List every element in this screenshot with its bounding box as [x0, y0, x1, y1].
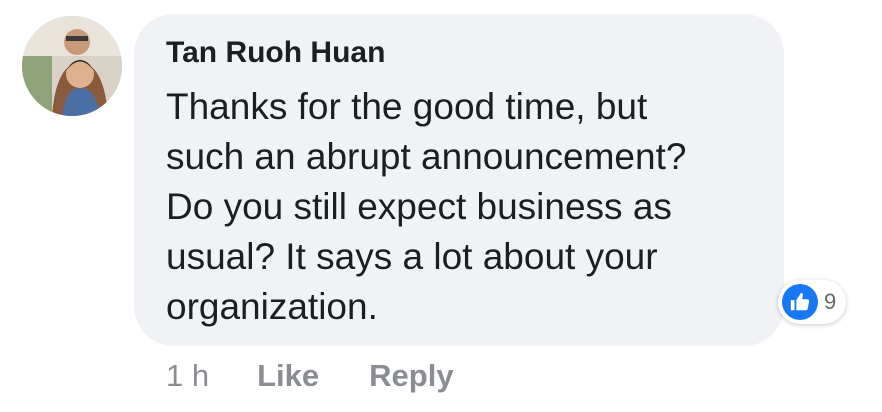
- like-button[interactable]: Like: [257, 358, 319, 394]
- comment-author[interactable]: Tan Ruoh Huan: [166, 36, 385, 70]
- reactions-summary[interactable]: 9: [778, 280, 847, 324]
- comment-text-line: Thanks for the good time, but: [166, 86, 648, 127]
- comment-text-line: organization.: [166, 286, 378, 327]
- comment-timestamp[interactable]: 1 h: [166, 358, 209, 394]
- comment: Tan Ruoh Huan Thanks for the good time, …: [0, 0, 882, 412]
- comment-text: Thanks for the good time, but such an ab…: [166, 82, 766, 332]
- avatar[interactable]: [22, 16, 122, 116]
- comment-text-line: usual? It says a lot about your: [166, 236, 658, 277]
- avatar-photo: [22, 16, 122, 116]
- comment-actions: 1 h Like Reply: [166, 358, 504, 394]
- thumbs-up-icon: [782, 284, 818, 320]
- comment-text-line: Do you still expect business as: [166, 186, 672, 227]
- reply-button[interactable]: Reply: [369, 358, 453, 394]
- comment-text-line: such an abrupt announcement?: [166, 136, 687, 177]
- reaction-count: 9: [824, 289, 837, 314]
- comment-bubble: Tan Ruoh Huan Thanks for the good time, …: [134, 14, 784, 346]
